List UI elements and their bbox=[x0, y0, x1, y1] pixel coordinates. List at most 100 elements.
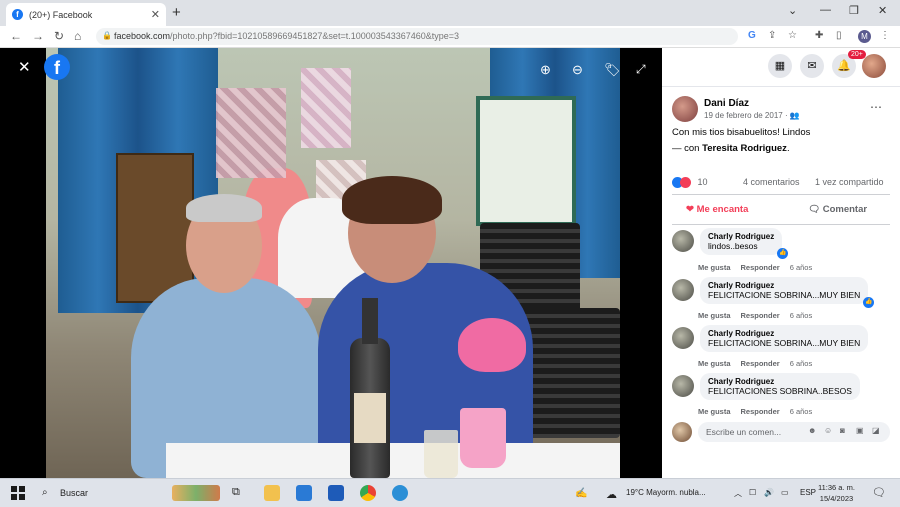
weather-text[interactable]: 19°C Mayorm. nubla... bbox=[626, 488, 706, 497]
shares-count[interactable]: 1 vez compartido bbox=[815, 177, 884, 187]
reactions-row: 10 4 comentarios 1 vez compartido bbox=[672, 177, 892, 189]
camera-icon[interactable]: ◙ bbox=[840, 426, 845, 435]
woman-hair bbox=[342, 176, 442, 224]
share-icon[interactable]: ⇪ bbox=[768, 30, 776, 41]
with-prefix: — con bbox=[672, 143, 703, 154]
commenter-avatar[interactable] bbox=[672, 327, 694, 349]
menu-grid-icon[interactable]: ▦ bbox=[768, 54, 792, 78]
tag-icon[interactable]: 🏷 bbox=[604, 62, 621, 78]
more-options-icon[interactable]: ⋯ bbox=[870, 100, 882, 114]
notification-badge: 20+ bbox=[848, 50, 866, 59]
maximize-button[interactable]: ❐ bbox=[849, 4, 859, 17]
search-highlight-icon[interactable] bbox=[172, 485, 220, 501]
avatar-sticker-icon[interactable]: ☻ bbox=[808, 426, 816, 435]
emoji-icon[interactable]: ☺ bbox=[824, 426, 832, 435]
google-lens-icon[interactable]: G bbox=[748, 30, 756, 41]
like-link[interactable]: Me gusta bbox=[698, 359, 731, 368]
heart-icon: ❤ bbox=[686, 204, 694, 215]
commenter-avatar[interactable] bbox=[672, 230, 694, 252]
notifications-icon[interactable]: 🗨 bbox=[872, 486, 886, 499]
word-icon[interactable] bbox=[328, 485, 344, 501]
comment-age[interactable]: 6 años bbox=[790, 359, 813, 368]
comment-age[interactable]: 6 años bbox=[790, 311, 813, 320]
close-viewer-icon[interactable]: ✕ bbox=[18, 58, 31, 76]
post-panel: ▦ ✉ 🔔 20+ Dani Díaz 19 de febrero de 201… bbox=[662, 48, 900, 478]
volume-icon[interactable]: 🔊 bbox=[764, 488, 774, 497]
post-tagline: — con Teresita Rodriguez. bbox=[672, 143, 790, 154]
like-reaction-icon[interactable]: 👍 bbox=[777, 248, 789, 259]
account-avatar[interactable] bbox=[862, 54, 886, 78]
comment-button[interactable]: 🗨 Comentar bbox=[808, 204, 867, 215]
taskbar-search[interactable]: ⌕ Buscar bbox=[36, 483, 166, 503]
reply-link[interactable]: Responder bbox=[741, 263, 780, 272]
commenter-name[interactable]: Charly Rodriguez bbox=[708, 377, 852, 386]
network-icon[interactable]: ☐ bbox=[749, 488, 756, 497]
clock-time: 11:36 a. m. bbox=[818, 483, 855, 492]
reply-link[interactable]: Responder bbox=[741, 407, 780, 416]
fullscreen-icon[interactable]: ⤢ bbox=[636, 62, 646, 77]
post-date-text[interactable]: 19 de febrero de 2017 · bbox=[704, 111, 790, 120]
url-path: /photo.php?fbid=10210589669451827&set=t.… bbox=[170, 31, 460, 41]
photo[interactable] bbox=[46, 48, 620, 478]
comments-count[interactable]: 4 comentarios bbox=[743, 177, 800, 187]
windows-start-icon[interactable] bbox=[11, 486, 25, 500]
like-link[interactable]: Me gusta bbox=[698, 311, 731, 320]
gif-icon[interactable]: ▣ bbox=[856, 426, 864, 435]
zoom-out-icon[interactable]: ⊖ bbox=[572, 62, 583, 78]
comment-age[interactable]: 6 años bbox=[790, 263, 813, 272]
messenger-icon[interactable]: ✉ bbox=[800, 54, 824, 78]
comment-actions: Me gusta Responder 6 años bbox=[698, 311, 822, 320]
post-author[interactable]: Dani Díaz bbox=[704, 98, 749, 109]
menu-kebab-icon[interactable]: ⋮ bbox=[880, 30, 890, 41]
new-tab-button[interactable]: + bbox=[172, 4, 181, 21]
commenter-name[interactable]: Charly Rodriguez bbox=[708, 329, 860, 338]
comment-text: lindos..besos bbox=[708, 241, 758, 251]
file-explorer-icon[interactable] bbox=[264, 485, 280, 501]
browser-tab[interactable]: f (20+) Facebook ✕ bbox=[6, 3, 166, 26]
battery-icon[interactable]: ▭ bbox=[781, 488, 789, 497]
sticker-icon[interactable]: ◪ bbox=[872, 426, 880, 435]
chrome-icon[interactable] bbox=[360, 485, 376, 501]
clock[interactable]: 11:36 a. m. 15/4/2023 bbox=[818, 482, 855, 504]
reload-icon[interactable]: ↻ bbox=[54, 29, 64, 43]
show-hidden-icons-icon[interactable]: ︿ bbox=[734, 488, 742, 499]
love-button[interactable]: ❤ Me encanta bbox=[686, 204, 748, 215]
tab-search-icon[interactable]: ⌄ bbox=[788, 4, 797, 17]
close-window-button[interactable]: ✕ bbox=[878, 4, 887, 17]
zoom-in-icon[interactable]: ⊕ bbox=[540, 62, 551, 78]
forward-icon[interactable]: → bbox=[32, 29, 44, 43]
tagged-person[interactable]: Teresita Rodriguez bbox=[702, 143, 787, 154]
side-panel-icon[interactable]: ▯ bbox=[836, 30, 842, 41]
app-icon[interactable] bbox=[392, 485, 408, 501]
reaction-count[interactable]: 10 bbox=[698, 177, 708, 187]
reply-link[interactable]: Responder bbox=[741, 311, 780, 320]
like-link[interactable]: Me gusta bbox=[698, 407, 731, 416]
profile-avatar[interactable]: M bbox=[858, 30, 871, 43]
home-icon[interactable]: ⌂ bbox=[74, 29, 81, 43]
table bbox=[166, 443, 620, 478]
bookmark-star-icon[interactable]: ☆ bbox=[788, 30, 797, 41]
commenter-avatar[interactable] bbox=[672, 279, 694, 301]
mail-icon[interactable] bbox=[296, 485, 312, 501]
author-avatar[interactable] bbox=[672, 96, 698, 122]
task-view-icon[interactable]: ⧉ bbox=[232, 486, 240, 499]
comment-age[interactable]: 6 años bbox=[790, 407, 813, 416]
back-icon[interactable]: ← bbox=[10, 29, 22, 43]
facebook-logo[interactable]: f bbox=[44, 54, 70, 80]
search-icon: ⌕ bbox=[42, 487, 48, 498]
pen-icon[interactable]: ✍ bbox=[575, 488, 587, 499]
commenter-name[interactable]: Charly Rodriguez bbox=[708, 232, 774, 241]
commenter-name[interactable]: Charly Rodriguez bbox=[708, 281, 860, 290]
commenter-avatar[interactable] bbox=[672, 375, 694, 397]
write-comment-row: Escribe un comen... ☻ ☺ ◙ ▣ ◪ bbox=[672, 422, 890, 444]
like-reaction-icon[interactable]: 👍 bbox=[863, 297, 875, 308]
reply-link[interactable]: Responder bbox=[741, 359, 780, 368]
extensions-icon[interactable]: ✚ bbox=[815, 30, 823, 41]
browser-toolbar: ← → ↻ ⌂ 🔒 facebook.com/photo.php?fbid=10… bbox=[0, 26, 900, 48]
address-bar[interactable]: 🔒 facebook.com/photo.php?fbid=1021058966… bbox=[96, 28, 738, 45]
close-tab-icon[interactable]: ✕ bbox=[151, 8, 160, 21]
language-indicator[interactable]: ESP bbox=[800, 488, 816, 497]
minimize-button[interactable]: — bbox=[820, 4, 831, 16]
like-link[interactable]: Me gusta bbox=[698, 263, 731, 272]
blurred-balloons bbox=[301, 68, 351, 148]
